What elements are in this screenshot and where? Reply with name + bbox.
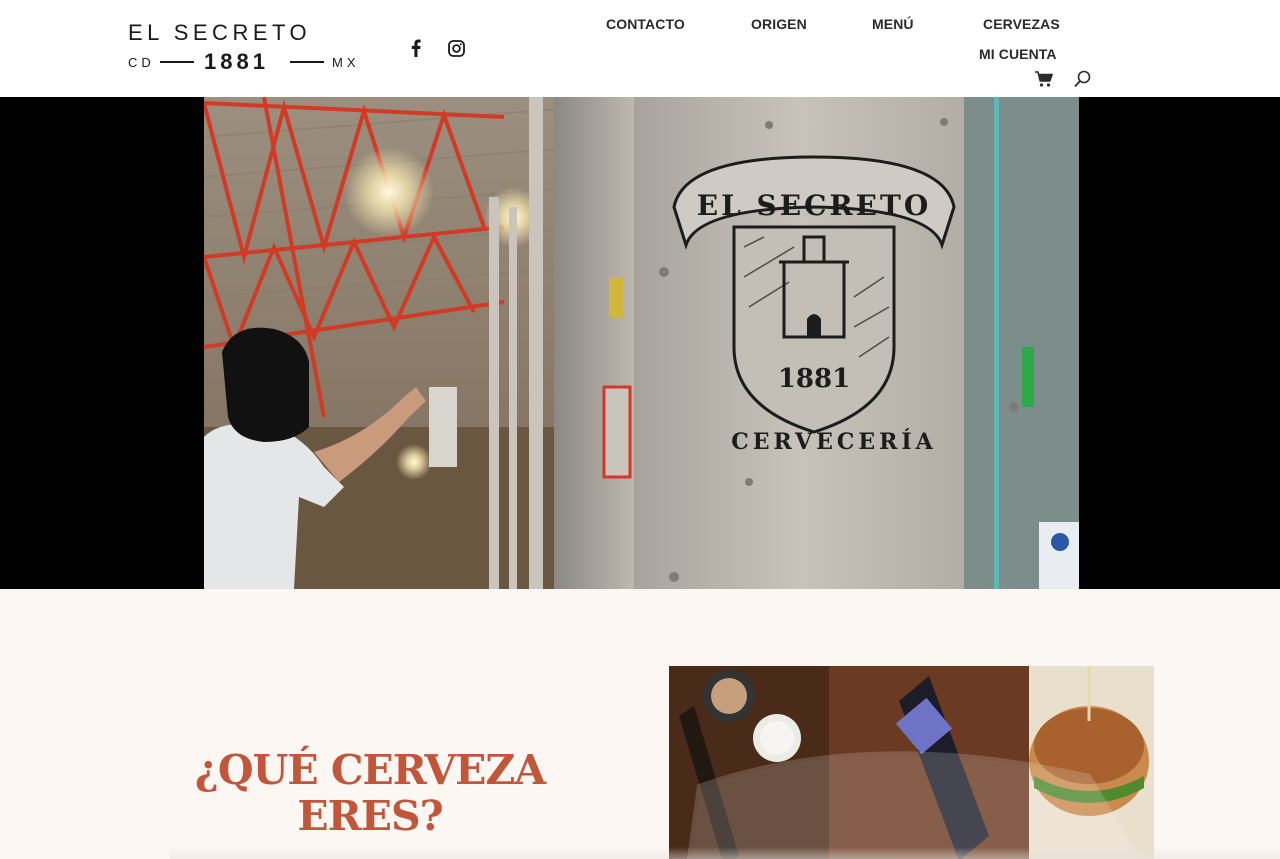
site-header: EL SECRETO CD 1881 MX CONTACTO ORIGEN ME… <box>0 0 1280 97</box>
instagram-icon[interactable] <box>446 38 466 58</box>
nav-contacto[interactable]: CONTACTO <box>606 16 685 32</box>
hero-video[interactable]: EL SECRETO 1881 CERVECERÍA <box>0 97 1280 589</box>
section-divider <box>170 847 1280 859</box>
logo-rule <box>160 61 194 63</box>
emblem-year-text: 1881 <box>778 364 850 394</box>
logo-rule <box>290 61 324 63</box>
cart-icon[interactable] <box>1034 70 1054 88</box>
brewery-scene: EL SECRETO 1881 CERVECERÍA <box>204 97 1079 589</box>
beer-quiz-section: ¿QUÉ CERVEZA ERES? <box>0 589 1280 859</box>
nav-menu[interactable]: MENÚ <box>872 16 914 32</box>
logo-city: CD <box>128 55 155 70</box>
beer-food-photo <box>669 666 1154 859</box>
nav-origen[interactable]: ORIGEN <box>751 16 807 32</box>
facebook-icon[interactable] <box>406 38 426 58</box>
nav-cervezas[interactable]: CERVEZAS <box>983 16 1060 32</box>
hero-video-frame[interactable]: EL SECRETO 1881 CERVECERÍA <box>204 97 1079 589</box>
site-logo[interactable]: EL SECRETO CD 1881 MX <box>128 20 360 75</box>
logo-title: EL SECRETO <box>128 20 312 45</box>
logo-subline: CD 1881 MX <box>128 49 360 74</box>
logo-year: 1881 <box>204 49 269 74</box>
search-icon[interactable] <box>1073 69 1093 89</box>
nav-mi-cuenta[interactable]: MI CUENTA <box>979 46 1057 62</box>
section-title: ¿QUÉ CERVEZA ERES? <box>194 746 546 840</box>
logo-country: MX <box>332 55 360 70</box>
emblem-caption-text: CERVECERÍA <box>731 428 937 455</box>
emblem-banner-text: EL SECRETO <box>697 189 931 222</box>
